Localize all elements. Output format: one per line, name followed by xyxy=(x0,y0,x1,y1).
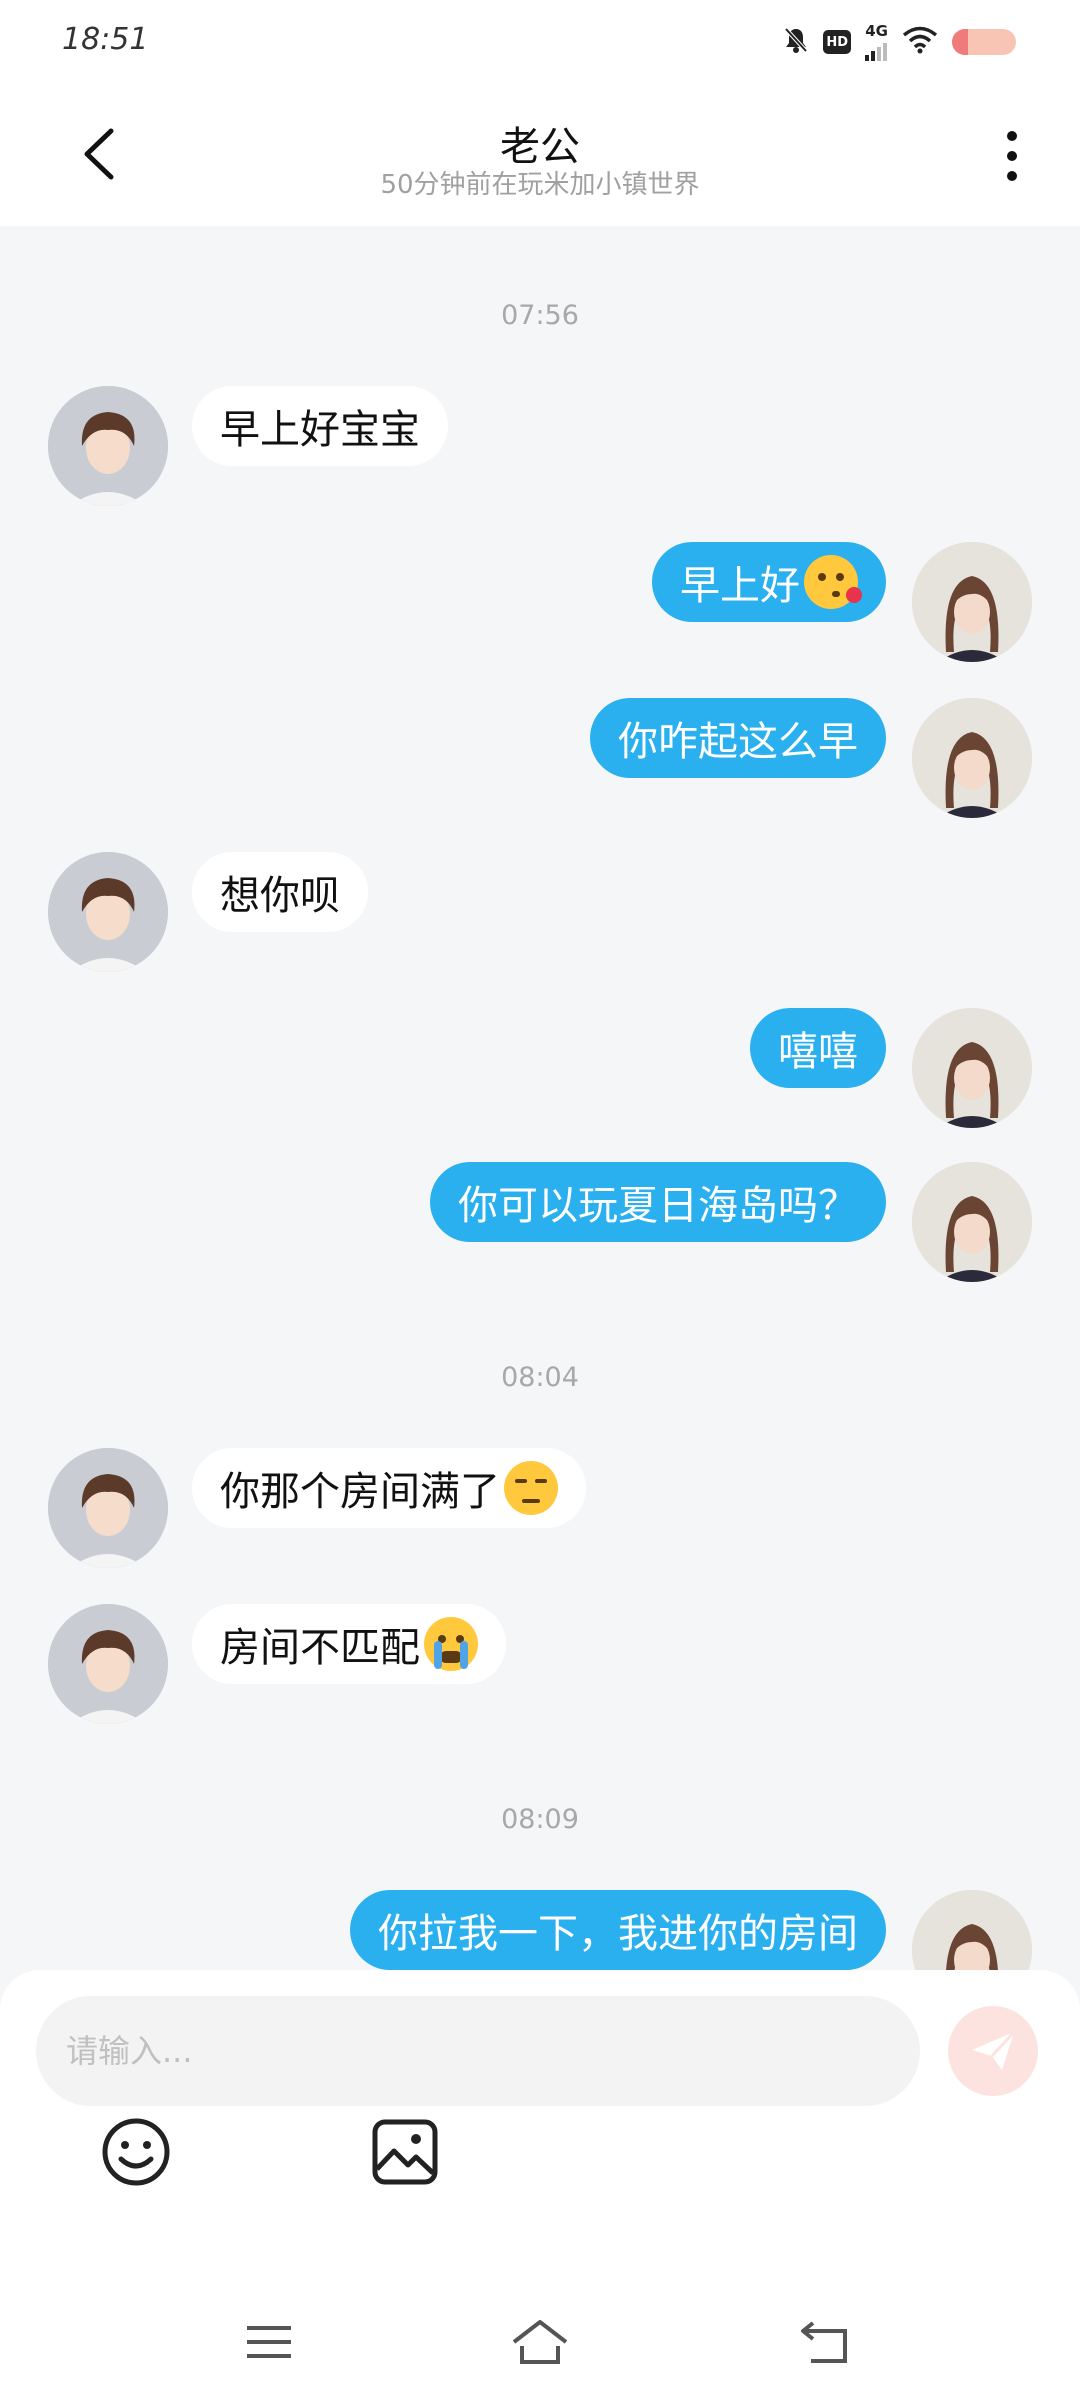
status-icons: HD 4G xyxy=(783,22,1016,62)
nav-back-button[interactable] xyxy=(790,2312,860,2372)
my-avatar[interactable] xyxy=(912,1162,1032,1282)
message-text: 你拉我一下，我进你的房间 xyxy=(378,1911,858,1957)
pensive-face-emoji-icon xyxy=(504,1461,558,1515)
timestamp: 08:04 xyxy=(501,1362,579,1393)
nav-home-button[interactable] xyxy=(505,2312,575,2372)
message-bubble-outgoing[interactable]: 你可以玩夏日海岛吗？ xyxy=(430,1162,886,1242)
contact-avatar[interactable] xyxy=(48,1448,168,1568)
bell-off-icon xyxy=(783,26,809,58)
message-text: 房间不匹配 xyxy=(220,1625,420,1671)
contact-avatar[interactable] xyxy=(48,386,168,506)
wifi-icon xyxy=(902,26,938,58)
battery-icon xyxy=(952,29,1016,55)
contact-activity-status: 50分钟前在玩米加小镇世界 xyxy=(380,170,700,200)
more-vertical-icon xyxy=(1007,131,1017,141)
network-type: 4G xyxy=(865,21,888,40)
menu-icon xyxy=(247,2326,291,2358)
crying-face-emoji-icon xyxy=(424,1617,478,1671)
my-avatar[interactable] xyxy=(912,1008,1032,1128)
chat-header: 老公 50分钟前在玩米加小镇世界 xyxy=(0,80,1080,226)
image-button[interactable] xyxy=(365,2112,445,2192)
status-bar: 18:51 HD 4G xyxy=(0,0,1080,80)
my-avatar[interactable] xyxy=(912,542,1032,662)
back-icon xyxy=(801,2321,847,2363)
contact-avatar[interactable] xyxy=(48,1604,168,1724)
home-icon xyxy=(512,2320,568,2364)
message-text: 你那个房间满了 xyxy=(220,1469,500,1515)
message-bubble-outgoing[interactable]: 嘻嘻 xyxy=(750,1008,886,1088)
message-text: 你可以玩夏日海岛吗？ xyxy=(458,1183,858,1229)
my-avatar[interactable] xyxy=(912,1890,1032,1970)
message-text: 嘻嘻 xyxy=(778,1029,858,1075)
message-bubble-incoming[interactable]: 你那个房间满了 xyxy=(192,1448,586,1528)
image-icon xyxy=(372,2119,438,2185)
send-button[interactable] xyxy=(948,2006,1038,2096)
timestamp: 08:09 xyxy=(501,1804,579,1835)
message-bubble-incoming[interactable]: 房间不匹配 xyxy=(192,1604,506,1684)
message-list[interactable]: 07:56 早上好宝宝 早上好 你咋起这么早 想你呗 嘻嘻 你可以玩夏日海岛吗？… xyxy=(0,226,1080,1970)
emoji-button[interactable] xyxy=(96,2112,176,2192)
status-time: 18:51 xyxy=(62,22,149,57)
message-text: 想你呗 xyxy=(220,873,340,919)
nav-menu-button[interactable] xyxy=(234,2312,304,2372)
my-avatar[interactable] xyxy=(912,698,1032,818)
contact-avatar[interactable] xyxy=(48,852,168,972)
message-bubble-outgoing[interactable]: 你拉我一下，我进你的房间 xyxy=(350,1890,886,1970)
timestamp: 07:56 xyxy=(501,300,579,331)
message-input[interactable] xyxy=(36,1996,920,2106)
smiley-icon xyxy=(102,2118,170,2186)
message-text: 早上好 xyxy=(680,563,800,609)
paper-plane-icon xyxy=(972,2030,1016,2070)
more-options-button[interactable] xyxy=(984,126,1040,186)
message-bubble-incoming[interactable]: 想你呗 xyxy=(192,852,368,932)
kissing-face-emoji-icon xyxy=(804,555,862,609)
message-bubble-incoming[interactable]: 早上好宝宝 xyxy=(192,386,448,466)
message-bubble-outgoing[interactable]: 早上好 xyxy=(652,542,886,622)
message-text: 你咋起这么早 xyxy=(618,719,858,765)
message-bubble-outgoing[interactable]: 你咋起这么早 xyxy=(590,698,886,778)
cell-signal-icon: 4G xyxy=(865,21,888,61)
hd-badge: HD xyxy=(823,30,852,54)
message-text: 早上好宝宝 xyxy=(220,407,420,453)
